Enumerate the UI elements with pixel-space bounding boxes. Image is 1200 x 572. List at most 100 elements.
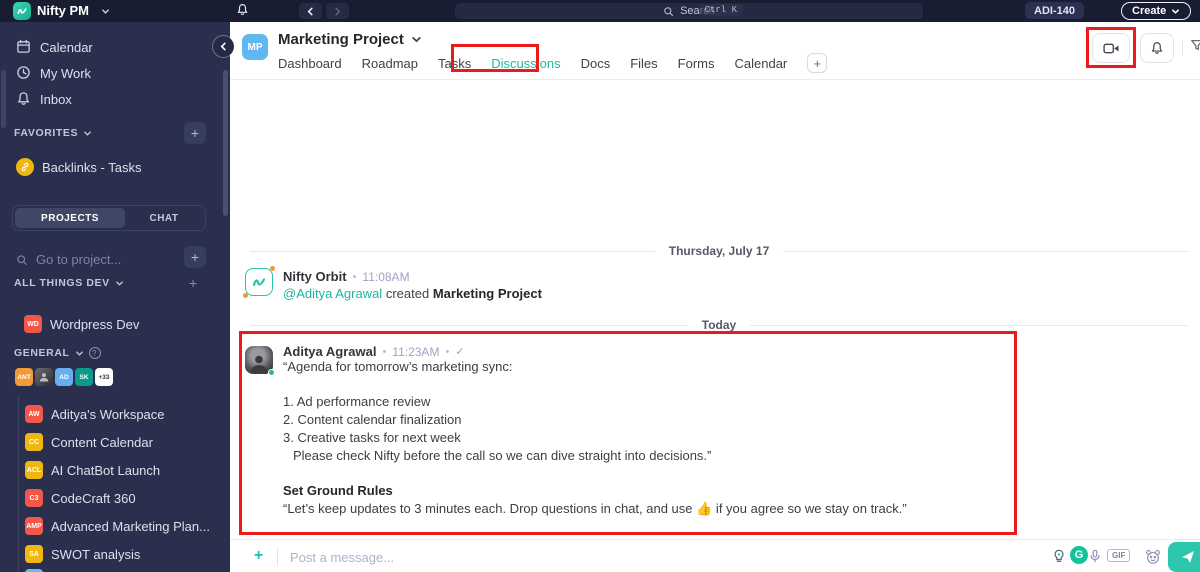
ticket-badge[interactable]: ADI-140 (1025, 2, 1084, 19)
tab-dashboard[interactable]: Dashboard (278, 56, 342, 71)
tab-files[interactable]: Files (630, 56, 657, 71)
online-status-dot (268, 369, 275, 376)
plus-icon: + (190, 249, 200, 265)
orbit-dot (243, 293, 248, 298)
tab-tasks[interactable]: Tasks (438, 56, 471, 71)
filter-funnel-icon[interactable] (1190, 38, 1200, 52)
general-members-avatars[interactable]: ANT AD SK +33 (15, 368, 113, 386)
main-content: MP Marketing Project Dashboard Roadmap T… (230, 22, 1200, 572)
bell-icon (1151, 42, 1163, 54)
tab-docs[interactable]: Docs (581, 56, 611, 71)
sidebar-left-scrollbar[interactable] (1, 70, 6, 128)
project-badge: AMP (25, 517, 43, 535)
sidebar-item-content-calendar[interactable]: CC Content Calendar (25, 431, 153, 453)
sidebar-item-backlinks-tasks[interactable]: Backlinks - Tasks (0, 155, 230, 181)
inbox-bell-icon (16, 91, 31, 106)
sidebar-item-wordpress-dev[interactable]: WD Wordpress Dev (24, 313, 139, 335)
plus-glyph: + (254, 547, 264, 564)
help-icon[interactable]: ? (88, 347, 101, 359)
collapse-sidebar-button[interactable] (213, 36, 234, 57)
today-divider-label: Today (701, 318, 737, 332)
message-author[interactable]: Nifty Orbit (283, 269, 347, 284)
sidebar-item-adityas-workspace[interactable]: AW Aditya's Workspace (25, 403, 165, 425)
sidebar-item-ai-chatbot-launch[interactable]: ACL AI ChatBot Launch (25, 459, 160, 481)
project-badge: WD (24, 315, 42, 333)
favorites-section-header[interactable]: FAVORITES (14, 127, 92, 139)
sidebar-item-calendar[interactable]: Calendar (0, 35, 230, 61)
sidebar-item-inbox[interactable]: Inbox (0, 87, 230, 113)
add-favorite-button[interactable]: + (184, 122, 206, 144)
my-work-icon (16, 65, 31, 80)
general-header-label: GENERAL (14, 347, 70, 359)
separator-dot: • (352, 270, 357, 283)
chevron-down-icon (84, 130, 92, 136)
sidebar-item-label: My Work (40, 66, 92, 81)
mention-link[interactable]: @Aditya Agrawal (283, 286, 382, 301)
go-to-project-search[interactable]: Go to project... (16, 252, 121, 267)
post-message-input[interactable] (290, 545, 850, 569)
system-message-body: @Aditya Agrawal created Marketing Projec… (283, 286, 542, 301)
global-search-input[interactable]: Search (455, 3, 923, 19)
sidebar-item-label: Calendar (40, 40, 93, 55)
avatar: ANT (15, 368, 33, 386)
tab-forms[interactable]: Forms (678, 56, 715, 71)
project-label: Advanced Marketing Plan... (51, 518, 210, 534)
message-line: “Agenda for tomorrow’s marketing sync: (283, 359, 513, 374)
send-message-button[interactable] (1168, 542, 1200, 572)
system-action-text: created (385, 286, 430, 301)
project-avatar[interactable]: MP (242, 34, 268, 60)
nifty-logo-icon[interactable] (13, 2, 31, 20)
create-button-label: Create (1132, 5, 1167, 17)
projects-chat-toggle: PROJECTS CHAT (12, 205, 206, 231)
page-title: Marketing Project (278, 31, 404, 48)
add-project-button[interactable]: + (184, 246, 206, 268)
message-time: 11:23AM (392, 344, 440, 359)
project-title-row[interactable]: Marketing Project (278, 31, 422, 48)
question-glyph: ? (92, 348, 98, 358)
grammarly-icon[interactable]: G (1070, 546, 1088, 564)
gif-button[interactable]: GIF (1107, 549, 1131, 562)
history-back-button[interactable] (299, 3, 322, 19)
nifty-orbit-avatar[interactable] (243, 266, 275, 298)
project-label: Content Calendar (51, 434, 153, 450)
project-badge: SA (25, 545, 43, 563)
message-line: 2. Content calendar finalization (283, 412, 462, 427)
sidebar-item-advanced-marketing-plan[interactable]: AMP Advanced Marketing Plan... (25, 515, 210, 537)
microphone-icon[interactable] (1088, 549, 1102, 563)
video-call-button[interactable] (1092, 33, 1130, 63)
sidebar-item-swot-analysis[interactable]: SA SWOT analysis (25, 543, 140, 565)
brand-title: Nifty PM (37, 3, 89, 18)
avatar-overflow-count: +33 (95, 368, 113, 386)
notifications-button[interactable] (1140, 33, 1174, 63)
nifty-logo-icon (252, 278, 266, 287)
toggle-projects-tab[interactable]: PROJECTS (15, 208, 125, 228)
message-author[interactable]: Aditya Agrawal (283, 344, 376, 359)
brand-chevron-down-icon[interactable] (101, 7, 110, 16)
emoji-icon[interactable] (1145, 549, 1161, 565)
sidebar-scrollbar[interactable] (223, 70, 228, 216)
all-things-dev-section-header[interactable]: ALL THINGS DEV (14, 277, 124, 289)
sidebar-item-codecraft-360[interactable]: C3 CodeCraft 360 (25, 487, 136, 509)
create-button[interactable]: Create (1121, 2, 1192, 20)
tab-calendar[interactable]: Calendar (735, 56, 788, 71)
message-line: 1. Ad performance review (283, 394, 431, 409)
message-composer: + G GIF (230, 539, 1200, 572)
history-forward-button[interactable] (326, 3, 349, 19)
tab-discussions[interactable]: Discussions (491, 56, 560, 71)
composer-divider (277, 548, 278, 566)
add-tab-button[interactable]: + (807, 53, 828, 73)
sidebar-item-my-work[interactable]: My Work (0, 61, 230, 87)
topbar-bell-icon[interactable] (236, 3, 249, 16)
paper-plane-icon (1182, 551, 1194, 563)
general-section-header[interactable]: GENERAL ? (14, 347, 101, 359)
project-badge: C3 (25, 489, 43, 507)
person-icon (250, 355, 268, 373)
sidebar-item-construction-project[interactable]: Construction project miles... (25, 567, 211, 572)
tab-roadmap[interactable]: Roadmap (362, 56, 418, 71)
lightbulb-icon[interactable] (1052, 549, 1066, 563)
message-body: “Agenda for tomorrow’s marketing sync: 1… (283, 358, 1053, 518)
attach-plus-icon[interactable]: + (254, 547, 263, 565)
add-to-dev-button[interactable]: + (189, 275, 197, 291)
orbit-dot (270, 266, 275, 271)
toggle-chat-tab[interactable]: CHAT (125, 208, 203, 228)
